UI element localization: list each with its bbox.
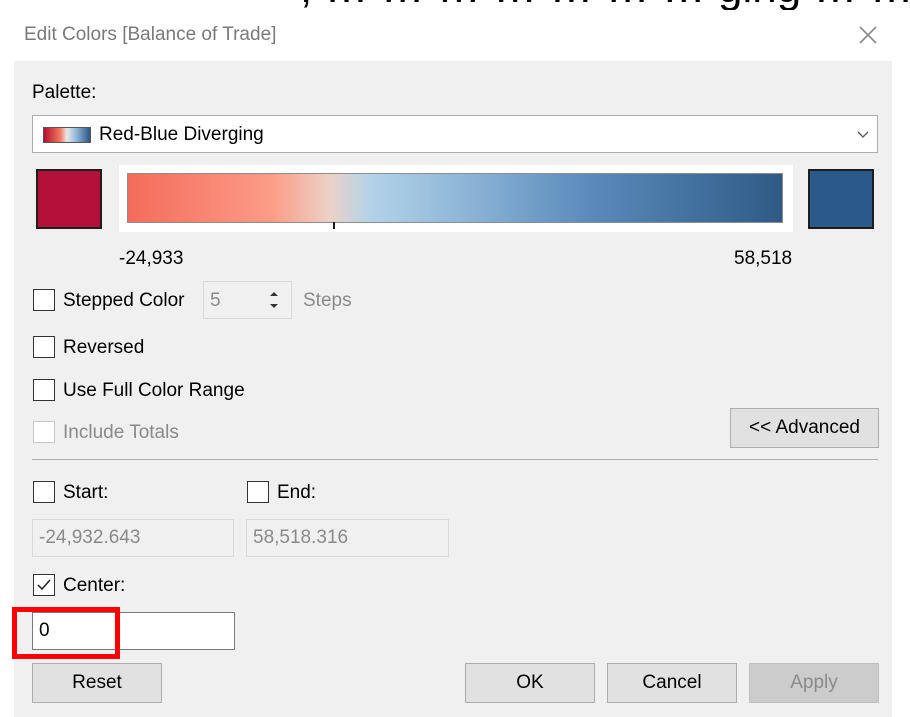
palette-dropdown[interactable]: Red-Blue Diverging — [32, 115, 878, 153]
center-tick — [333, 222, 335, 229]
full-color-range-checkbox[interactable] — [33, 379, 55, 401]
include-totals-checkbox[interactable] — [33, 421, 55, 443]
section-divider — [32, 459, 878, 460]
steps-label: Steps — [303, 290, 352, 311]
chevron-down-icon — [857, 126, 869, 138]
center-checkbox[interactable] — [33, 574, 55, 596]
stepped-color-label: Stepped Color — [63, 290, 185, 311]
apply-button[interactable]: Apply — [749, 663, 879, 703]
ok-button[interactable]: OK — [465, 663, 595, 703]
end-color-swatch[interactable] — [808, 169, 874, 229]
advanced-button[interactable]: << Advanced — [730, 408, 879, 448]
start-value-field[interactable]: -24,932.643 — [32, 519, 234, 557]
stepper-arrows[interactable] — [260, 284, 288, 316]
start-label: Start: — [63, 482, 109, 503]
cropped-header-text: , … … … … … … … ging … … p — [0, 0, 910, 10]
reversed-checkbox[interactable] — [33, 336, 55, 358]
steps-stepper[interactable]: 5 — [203, 281, 292, 319]
full-color-range-label: Use Full Color Range — [63, 380, 245, 401]
cancel-button[interactable]: Cancel — [607, 663, 737, 703]
end-checkbox[interactable] — [247, 481, 269, 503]
end-label: End: — [277, 482, 317, 503]
include-totals-label: Include Totals — [63, 422, 179, 443]
close-icon[interactable] — [855, 22, 881, 48]
highlight-box — [12, 607, 120, 659]
palette-label: Palette: — [32, 82, 97, 103]
reversed-label: Reversed — [63, 337, 145, 358]
checkmark-icon — [37, 579, 51, 591]
color-ramp-frame — [119, 165, 793, 232]
palette-preview-icon — [43, 127, 91, 143]
stepped-color-checkbox[interactable] — [33, 289, 55, 311]
color-ramp[interactable] — [127, 173, 783, 229]
steps-value: 5 — [210, 290, 221, 311]
center-label: Center: — [63, 575, 126, 596]
end-value-field[interactable]: 58,518.316 — [246, 519, 449, 557]
start-checkbox[interactable] — [33, 481, 55, 503]
palette-selected-value: Red-Blue Diverging — [99, 124, 264, 145]
dialog-title: Edit Colors [Balance of Trade] — [24, 24, 277, 45]
start-color-swatch[interactable] — [36, 169, 102, 229]
range-min-label: -24,933 — [119, 248, 184, 269]
reset-button[interactable]: Reset — [32, 663, 162, 703]
range-max-label: 58,518 — [734, 248, 793, 269]
